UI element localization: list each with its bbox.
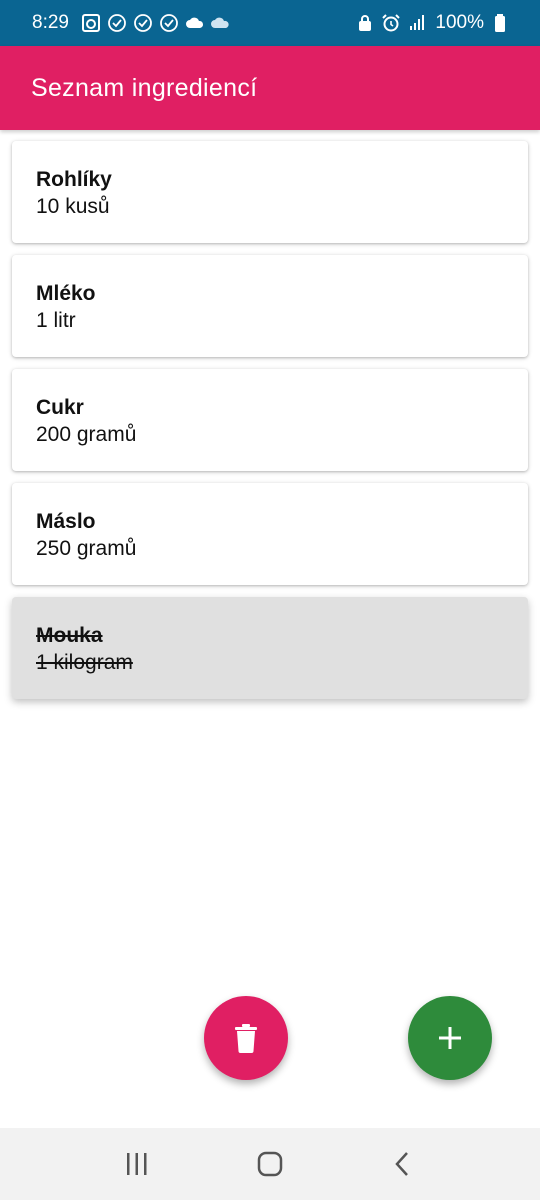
signal-icon [407, 13, 427, 33]
alarm-icon [381, 13, 401, 33]
plus-icon [437, 1025, 463, 1051]
system-nav-bar [0, 1128, 540, 1200]
ingredient-name: Mléko [36, 282, 96, 305]
ingredient-list: Rohlíky 10 kusů Mléko 1 litr Cukr 200 gr… [12, 141, 528, 711]
page-title: Seznam ingrediencí [31, 73, 258, 102]
check-circle-icon [107, 13, 127, 33]
ingredient-item[interactable]: Máslo 250 gramů [12, 483, 528, 585]
back-icon [390, 1151, 416, 1177]
ingredient-name: Rohlíky [36, 168, 112, 191]
check-circle-icon [133, 13, 153, 33]
lock-icon [355, 13, 375, 33]
ingredient-item[interactable]: Mléko 1 litr [12, 255, 528, 357]
ingredient-name: Máslo [36, 510, 96, 533]
ingredient-quantity: 1 kilogram [36, 651, 133, 674]
check-circle-icon [159, 13, 179, 33]
recents-button[interactable] [107, 1134, 167, 1194]
ingredient-quantity: 200 gramů [36, 423, 137, 446]
delete-button[interactable] [204, 996, 288, 1080]
ingredient-name: Cukr [36, 396, 84, 419]
ingredient-name: Mouka [36, 624, 103, 647]
add-button[interactable] [408, 996, 492, 1080]
home-button[interactable] [240, 1134, 300, 1194]
status-time: 8:29 [32, 12, 69, 33]
ingredient-item[interactable]: Rohlíky 10 kusů [12, 141, 528, 243]
ingredient-item[interactable]: Cukr 200 gramů [12, 369, 528, 471]
trash-icon [233, 1023, 259, 1053]
app-bar: Seznam ingrediencí [0, 46, 540, 130]
cloud-icon [210, 13, 231, 33]
photo-icon [81, 13, 101, 33]
battery-percent: 100% [435, 12, 484, 33]
status-bar: 8:29 100% [0, 0, 540, 46]
cloud-icon [185, 13, 205, 33]
recents-icon [124, 1151, 150, 1177]
ingredient-item-done[interactable]: Mouka 1 kilogram [12, 597, 528, 699]
ingredient-quantity: 10 kusů [36, 195, 110, 218]
status-left: 8:29 [32, 12, 231, 34]
status-right: 100% [355, 12, 510, 34]
home-icon [257, 1151, 283, 1177]
back-button[interactable] [373, 1134, 433, 1194]
battery-icon [490, 13, 510, 33]
ingredient-quantity: 1 litr [36, 309, 76, 332]
ingredient-quantity: 250 gramů [36, 537, 137, 560]
